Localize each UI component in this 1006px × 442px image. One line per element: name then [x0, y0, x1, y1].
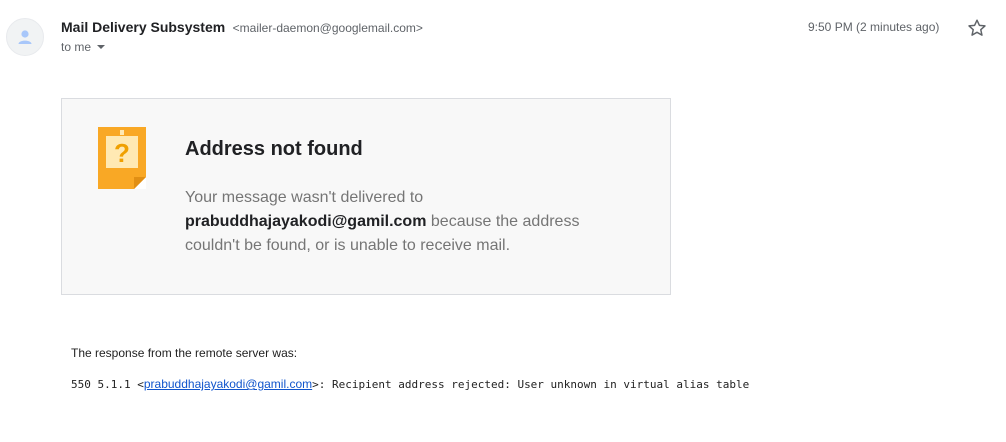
star-icon[interactable] [966, 17, 988, 39]
message-timestamp: 9:50 PM (2 minutes ago) [808, 20, 940, 34]
sender-email: <mailer-daemon@googlemail.com> [232, 21, 423, 35]
chevron-down-icon [97, 45, 106, 49]
response-label: The response from the remote server was: [71, 346, 298, 360]
response-message: >: Recipient address rejected: User unkn… [312, 378, 750, 391]
recipient-details-toggle[interactable]: to me [61, 40, 106, 54]
card-title: Address not found [185, 138, 363, 160]
undelivered-address: prabuddhajayakodi@gamil.com [185, 213, 427, 230]
svg-text:?: ? [114, 138, 130, 168]
response-code: 550 5.1.1 < [71, 378, 144, 391]
question-note-icon: ? [98, 127, 146, 189]
recipient-label: to me [61, 40, 92, 54]
server-response: 550 5.1.1 <prabuddhajayakodi@gamil.com>:… [71, 377, 749, 391]
sender-avatar[interactable] [6, 18, 44, 56]
sender-name[interactable]: Mail Delivery Subsystem [61, 19, 225, 35]
sender-line: Mail Delivery Subsystem <mailer-daemon@g… [61, 19, 423, 37]
card-body-prefix: Your message wasn't delivered to [185, 189, 424, 206]
bounce-notice-card: ? Address not found Your message wasn't … [61, 98, 671, 295]
card-body: Your message wasn't delivered to prabudd… [185, 186, 635, 258]
person-icon [18, 30, 32, 44]
recipient-email-link[interactable]: prabuddhajayakodi@gamil.com [144, 377, 312, 391]
